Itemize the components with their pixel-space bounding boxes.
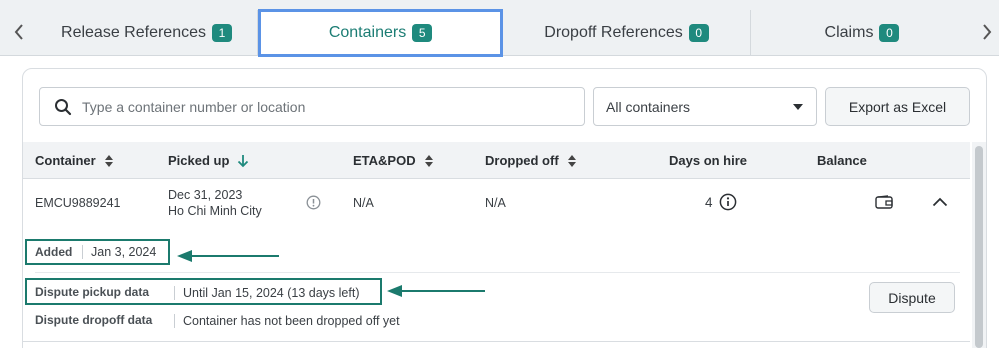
- tab-containers[interactable]: Containers 5: [258, 9, 503, 57]
- tab-bar: Release References 1 Containers 5 Dropof…: [0, 0, 999, 57]
- column-picked-up[interactable]: Picked up: [168, 142, 249, 179]
- export-excel-button[interactable]: Export as Excel: [825, 87, 970, 126]
- info-icon[interactable]: [719, 193, 737, 214]
- tab-dropoff-references[interactable]: Dropoff References 0: [503, 10, 751, 56]
- column-eta-pod[interactable]: ETA&POD: [353, 142, 434, 179]
- column-dropped-off[interactable]: Dropped off: [485, 142, 577, 179]
- warning-icon[interactable]: [306, 195, 321, 213]
- row-divider: [23, 341, 970, 342]
- tab-label: Dropoff References: [544, 24, 683, 41]
- sort-icon: [424, 154, 433, 167]
- arrow-down-icon: [238, 154, 249, 167]
- divider: [35, 272, 960, 273]
- column-balance: Balance: [817, 153, 867, 168]
- count-badge: 0: [879, 24, 900, 42]
- annotation-arrow: [177, 250, 279, 262]
- filter-value: All containers: [606, 98, 691, 115]
- count-badge: 0: [688, 24, 709, 42]
- caret-down-icon: [793, 103, 803, 110]
- dropped-off-value: N/A: [485, 196, 506, 210]
- count-badge: 1: [211, 24, 232, 42]
- container-filter-select[interactable]: All containers: [593, 87, 817, 126]
- wallet-icon[interactable]: [875, 195, 893, 213]
- chevron-right-icon[interactable]: [976, 12, 998, 52]
- search-box[interactable]: [39, 87, 585, 126]
- picked-up-date: Dec 31, 2023: [168, 188, 243, 202]
- chevron-left-icon[interactable]: [8, 12, 30, 52]
- tab-label: Containers: [328, 24, 407, 41]
- count-badge: 5: [412, 24, 433, 42]
- column-days-on-hire: Days on hire: [669, 153, 748, 168]
- table-row[interactable]: EMCU9889241 Dec 31, 2023 Ho Chi Minh Cit…: [23, 179, 970, 239]
- dispute-dropoff-value: Container has not been dropped off yet: [174, 314, 400, 328]
- highlight-box-added: [25, 239, 170, 265]
- search-input[interactable]: [82, 98, 562, 115]
- tab-release-references[interactable]: Release References 1: [36, 10, 258, 56]
- eta-pod-value: N/A: [353, 196, 374, 210]
- highlight-box-dispute-pickup: [25, 278, 382, 305]
- tab-claims[interactable]: Claims 0: [751, 10, 973, 56]
- chevron-up-icon[interactable]: [932, 196, 948, 210]
- tab-label: Release References: [61, 24, 206, 41]
- annotation-arrow: [387, 285, 485, 297]
- sort-icon: [104, 154, 113, 167]
- picked-up-location: Ho Chi Minh City: [168, 204, 262, 218]
- column-container[interactable]: Container: [35, 142, 114, 179]
- scrollbar-thumb[interactable]: [975, 146, 983, 348]
- sort-icon: [567, 154, 576, 167]
- days-on-hire-value: 4: [705, 195, 713, 210]
- dispute-button[interactable]: Dispute: [869, 282, 955, 313]
- table-header: Container Picked up ETA&POD Dropped off …: [23, 142, 970, 179]
- dispute-dropoff-label: Dispute dropoff data: [35, 313, 153, 327]
- container-number: EMCU9889241: [35, 196, 121, 210]
- search-icon: [55, 98, 72, 115]
- tab-label: Claims: [824, 24, 874, 41]
